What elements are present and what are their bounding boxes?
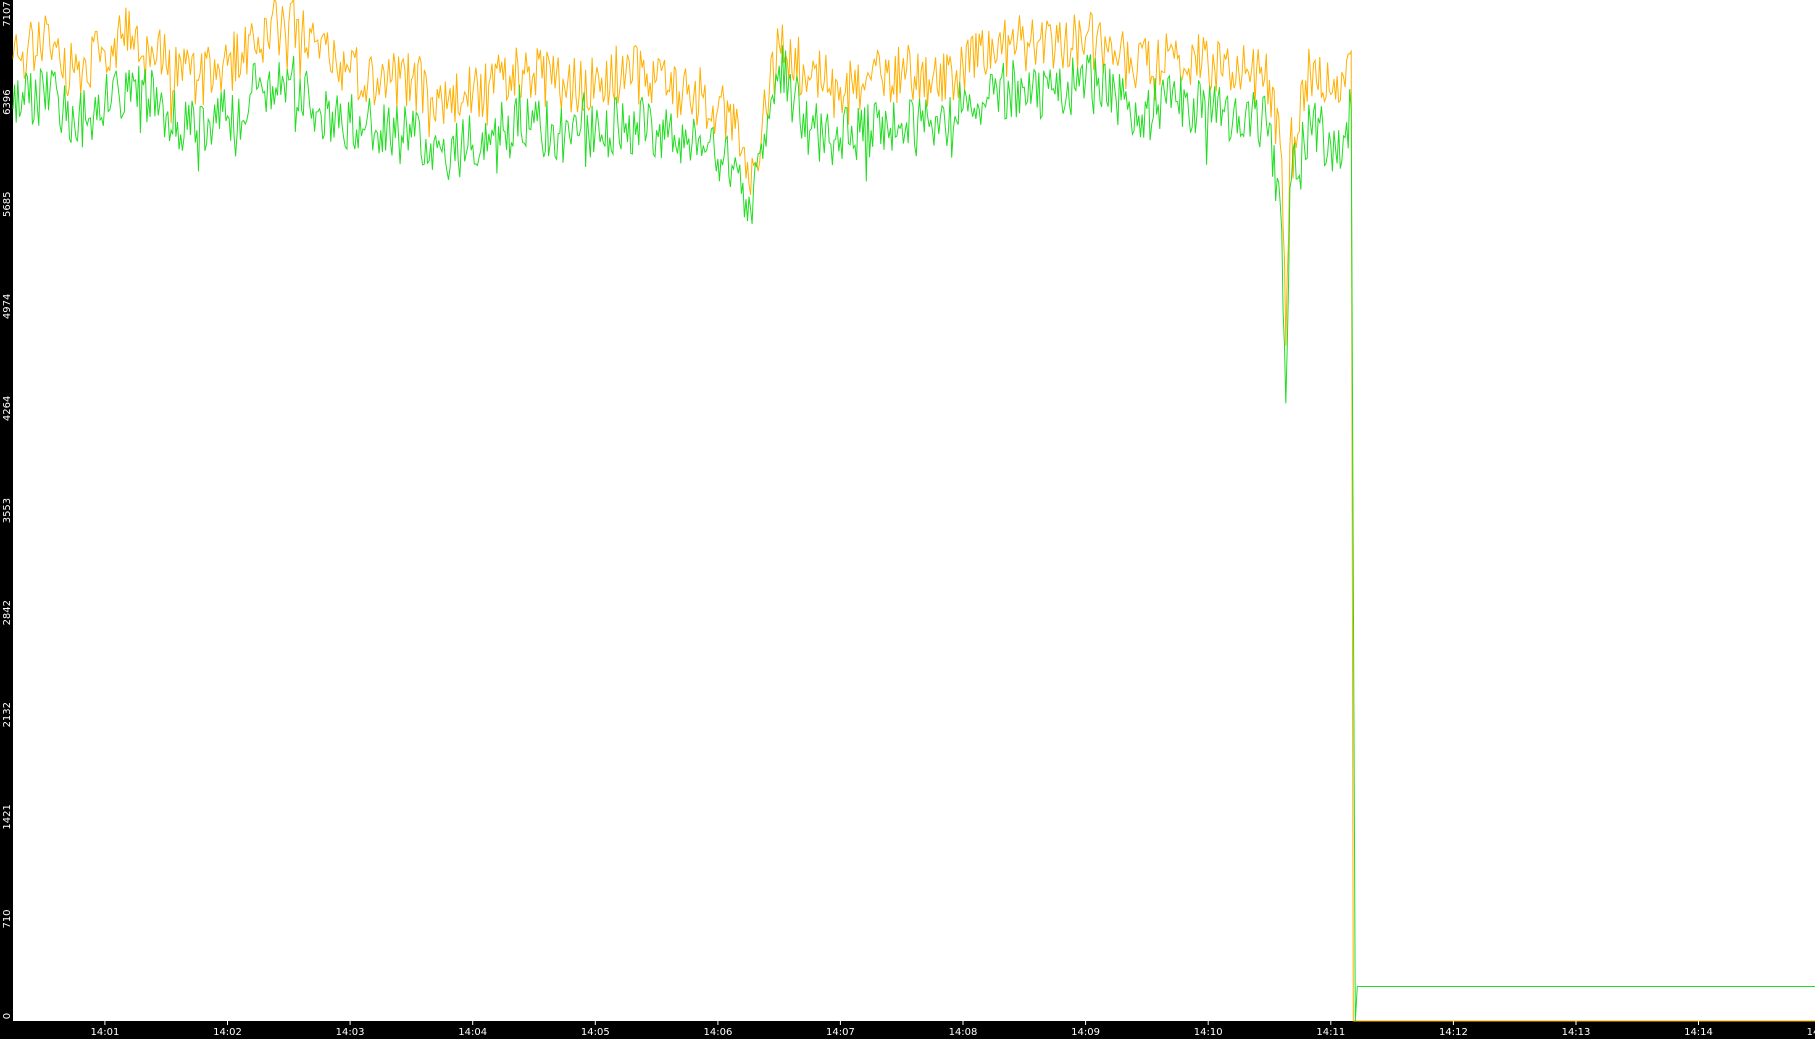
y-tick-label: 4264 [2,396,13,421]
x-tick-label: 14:02 [213,1027,242,1038]
x-tick-label: 14:07 [826,1027,855,1038]
series-line-0 [12,0,1815,1022]
x-tick-label: 14:05 [581,1027,610,1038]
y-tick-label: 710 [2,909,13,928]
x-tick-label: 14:08 [949,1027,978,1038]
y-tick-label: 3553 [2,498,13,523]
y-tick-label: 2132 [2,702,13,727]
line-chart: 0 710 1421 2132 2842 3553 4264 4974 5685 6396 7107… [0,0,1815,1039]
x-tick-label: 14:12 [1439,1027,1468,1038]
x-axis-band [0,1021,1815,1039]
y-tick-label: 1421 [2,804,13,829]
y-tick-label: 2842 [2,600,13,625]
y-tick-label: 0 [2,1013,13,1019]
x-tick-label: 14:09 [1071,1027,1100,1038]
y-tick-label: 5685 [2,192,13,217]
x-tick-label: 14:01 [90,1027,119,1038]
x-tick-label: 14:03 [336,1027,365,1038]
x-tick-label: 14:04 [458,1027,487,1038]
x-tick-label: 14:15 [1807,1027,1815,1038]
y-tick-label: 7107 [2,1,13,26]
x-tick-label: 14:14 [1684,1027,1713,1038]
x-tick-label: 14:06 [703,1027,732,1038]
chart-svg: 0 710 1421 2132 2842 3553 4264 4974 5685 6396 7107… [0,0,1815,1039]
x-tick-label: 14:11 [1316,1027,1345,1038]
series-line-1 [12,45,1815,1022]
y-tick-label: 4974 [2,294,13,319]
x-tick-label: 14:10 [1194,1027,1223,1038]
series-layer [12,0,1815,1022]
x-tick-label: 14:13 [1562,1027,1591,1038]
y-tick-label: 6396 [2,89,13,114]
